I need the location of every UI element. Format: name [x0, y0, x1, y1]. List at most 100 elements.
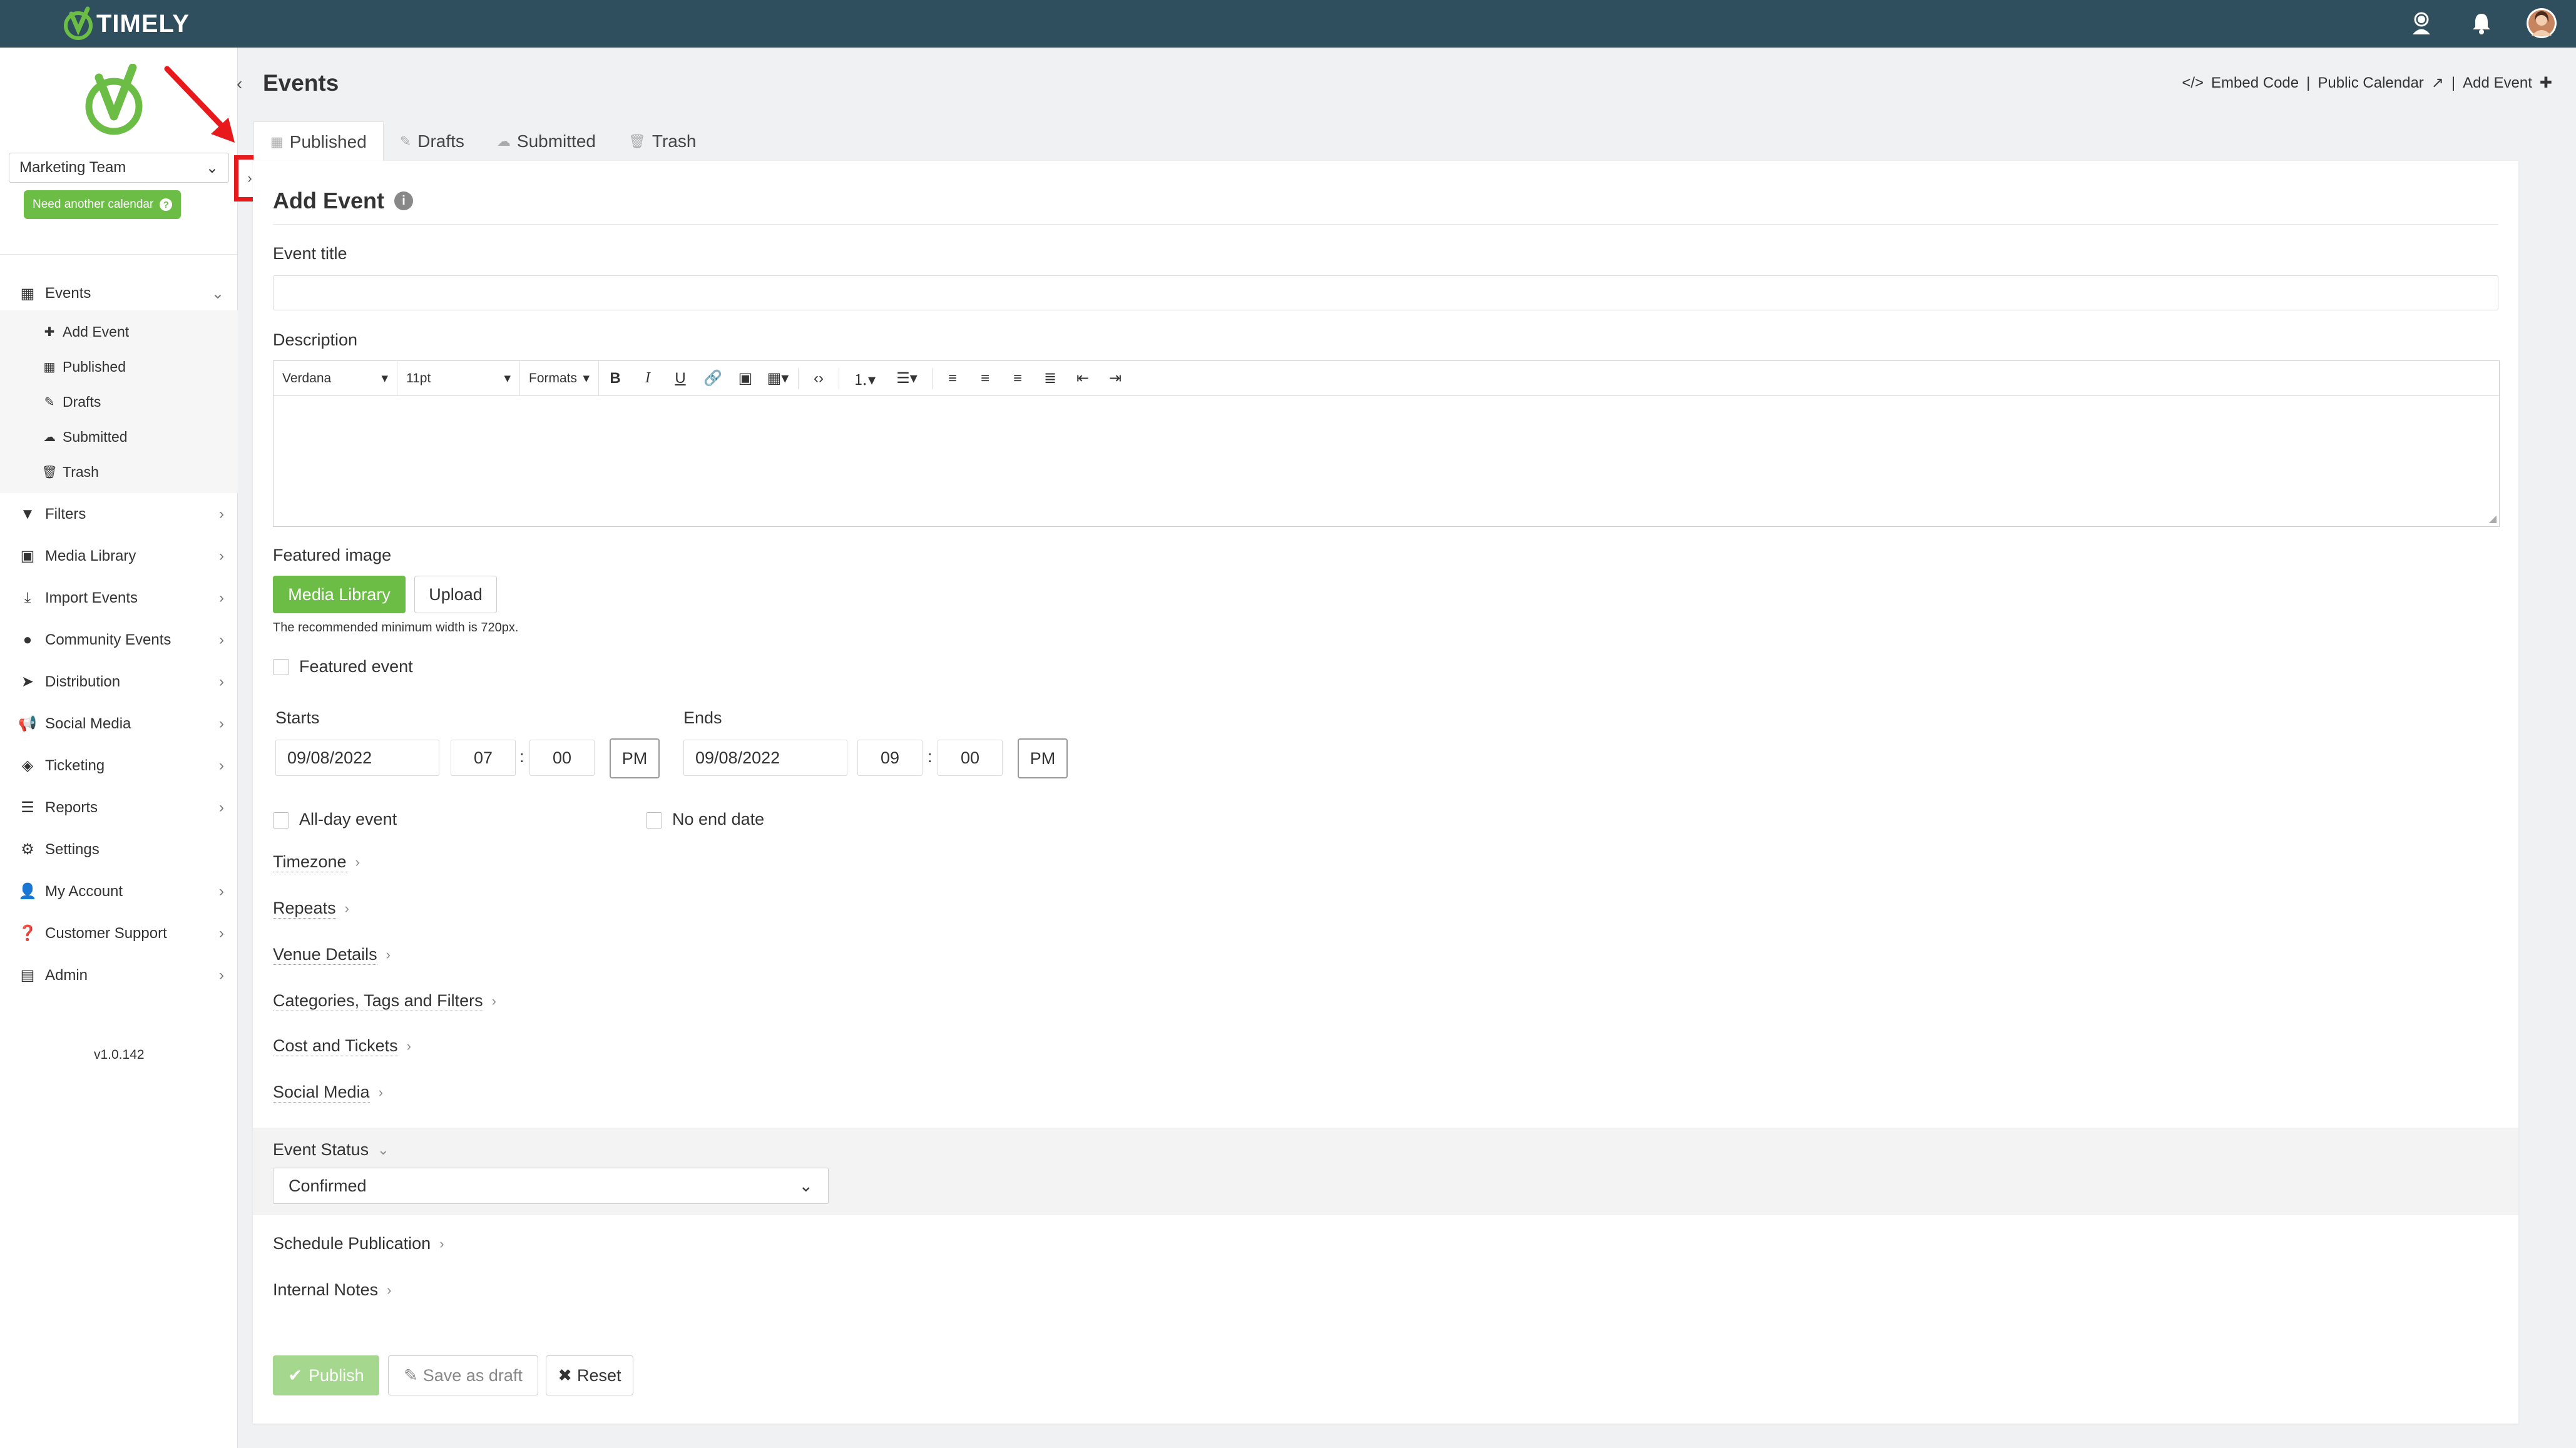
sidebar: Marketing Team ⌄ Need another calendar ?… [0, 48, 238, 1448]
featured-event-checkbox[interactable] [273, 659, 289, 675]
font-family-value: Verdana [282, 370, 332, 385]
support-agent-icon[interactable] [2406, 8, 2437, 39]
sidebar-item-admin[interactable]: ▤ Admin › [0, 954, 238, 996]
sidebar-item-reports[interactable]: ☰ Reports › [0, 787, 238, 829]
venue-details-section[interactable]: Venue Details › [273, 945, 391, 965]
sidebar-subitem-add-event[interactable]: ✚ Add Event [0, 314, 238, 349]
image-icon: ▣ [20, 548, 35, 564]
reset-button[interactable]: ✖ Reset [546, 1355, 633, 1395]
chevron-right-icon: › [378, 1084, 383, 1100]
end-minute-input[interactable]: 00 [938, 740, 1003, 776]
publish-button[interactable]: ✔ Publish [273, 1355, 379, 1395]
toolbar-separator [932, 367, 933, 389]
chevron-right-icon: › [219, 505, 224, 523]
bell-icon[interactable] [2466, 8, 2497, 39]
sidebar-item-social-media[interactable]: 📢 Social Media › [0, 703, 238, 745]
sidebar-item-filters[interactable]: ▼ Filters › [0, 493, 238, 535]
timezone-section[interactable]: Timezone › [273, 852, 360, 872]
plus-icon: ✚ [2539, 74, 2552, 91]
start-minute-input[interactable]: 00 [529, 740, 595, 776]
schedule-publication-section[interactable]: Schedule Publication › [273, 1234, 444, 1253]
featured-event-label: Featured event [299, 657, 413, 676]
resize-handle-icon[interactable]: ◢ [2489, 512, 2497, 525]
sidebar-subitem-submitted[interactable]: ☁ Submitted [0, 419, 238, 454]
align-right-icon[interactable]: ≡ [1001, 370, 1034, 387]
underline-icon[interactable]: U [664, 370, 697, 387]
no-end-date-checkbox[interactable] [646, 812, 662, 829]
sidebar-item-media-library[interactable]: ▣ Media Library › [0, 535, 238, 577]
calendar-select-value: Marketing Team [19, 159, 126, 176]
align-justify-icon[interactable]: ≣ [1034, 369, 1066, 387]
social-media-section[interactable]: Social Media › [273, 1083, 383, 1103]
event-status-select[interactable]: Confirmed ⌄ [273, 1168, 829, 1204]
edit-icon: ✎ [399, 133, 412, 149]
sidebar-subitem-trash[interactable]: 🗑 Trash [0, 454, 238, 489]
end-ampm-toggle[interactable]: PM [1018, 738, 1068, 778]
internal-notes-section[interactable]: Internal Notes › [273, 1280, 391, 1300]
sidebar-item-customer-support[interactable]: ❓ Customer Support › [0, 912, 238, 954]
media-library-button[interactable]: Media Library [273, 576, 406, 613]
need-calendar-button[interactable]: Need another calendar ? [24, 190, 181, 219]
info-icon[interactable]: i [394, 191, 414, 210]
sidebar-item-settings[interactable]: ⚙ Settings [0, 829, 238, 870]
cloud-icon: ☁ [43, 430, 56, 444]
numbered-list-icon[interactable]: ⒈▾ [843, 367, 886, 389]
plus-icon: ✚ [44, 325, 55, 339]
section-label: Cost and Tickets [273, 1036, 398, 1056]
repeats-section[interactable]: Repeats › [273, 899, 349, 919]
all-day-checkbox[interactable] [273, 812, 289, 829]
sidebar-subitem-published[interactable]: ▦ Published [0, 349, 238, 384]
download-icon: ⤓ [24, 589, 31, 606]
bold-icon[interactable]: B [599, 370, 631, 387]
link-separator: | [2451, 74, 2456, 91]
sidebar-item-import-events[interactable]: ⤓ Import Events › [0, 577, 238, 619]
align-left-icon[interactable]: ≡ [936, 370, 969, 387]
italic-icon[interactable]: I [631, 370, 664, 387]
sidebar-item-my-account[interactable]: 👤 My Account › [0, 870, 238, 912]
user-avatar[interactable] [2526, 8, 2557, 39]
question-icon: ? [160, 198, 173, 211]
event-tabs: ▦ Published ✎ Drafts ☁ Submitted 🗑 Trash [253, 121, 712, 161]
tab-label: Trash [652, 131, 697, 151]
font-family-select[interactable]: Verdana ▾ [273, 360, 397, 396]
table-icon[interactable]: ▦▾ [762, 369, 794, 387]
font-size-select[interactable]: 11pt ▾ [397, 360, 520, 396]
section-label: Schedule Publication [273, 1234, 431, 1253]
tab-drafts[interactable]: ✎ Drafts [384, 121, 481, 161]
sidebar-item-ticketing[interactable]: ◈ Ticketing › [0, 745, 238, 787]
tab-published[interactable]: ▦ Published [253, 121, 384, 161]
tab-submitted[interactable]: ☁ Submitted [481, 121, 612, 161]
start-ampm-toggle[interactable]: PM [610, 738, 660, 778]
categories-tags-filters-section[interactable]: Categories, Tags and Filters › [273, 991, 496, 1011]
sidebar-subitem-drafts[interactable]: ✎ Drafts [0, 384, 238, 419]
calendar-select[interactable]: Marketing Team ⌄ [9, 153, 229, 183]
sidebar-item-events[interactable]: ▦ Events ⌄ [0, 277, 238, 310]
image-icon[interactable]: ▣ [729, 369, 762, 387]
end-date-input[interactable]: 09/08/2022 [683, 740, 847, 776]
add-event-link[interactable]: Add Event [2463, 74, 2532, 92]
embed-code-link[interactable]: Embed Code [2211, 74, 2299, 92]
bullet-list-icon[interactable]: ☰▾ [886, 369, 928, 387]
save-draft-button[interactable]: ✎ Save as draft [388, 1355, 538, 1395]
public-calendar-link[interactable]: Public Calendar [2318, 74, 2423, 92]
start-date-input[interactable]: 09/08/2022 [275, 740, 439, 776]
event-status-section[interactable]: Event Status ⌄ [273, 1140, 389, 1160]
start-hour-input[interactable]: 07 [451, 740, 516, 776]
event-title-input[interactable] [273, 275, 2498, 310]
sidebar-item-community-events[interactable]: ● Community Events › [0, 619, 238, 661]
code-icon[interactable]: ‹› [802, 370, 835, 387]
top-bar: TIMELY [0, 0, 2576, 48]
formats-select[interactable]: Formats ▾ [520, 360, 599, 396]
indent-icon[interactable]: ⇥ [1099, 369, 1132, 387]
outdent-icon[interactable]: ⇤ [1066, 369, 1099, 387]
sidebar-item-distribution[interactable]: ➤ Distribution › [0, 661, 238, 703]
brand-logo[interactable]: TIMELY [63, 5, 190, 43]
align-center-icon[interactable]: ≡ [969, 370, 1001, 387]
tab-trash[interactable]: 🗑 Trash [612, 121, 712, 161]
sidebar-subitem-label: Drafts [63, 393, 101, 410]
cost-and-tickets-section[interactable]: Cost and Tickets › [273, 1036, 411, 1056]
upload-button[interactable]: Upload [414, 576, 497, 613]
link-icon[interactable]: 🔗 [697, 369, 729, 387]
end-hour-input[interactable]: 09 [857, 740, 923, 776]
pencil-icon: ✎ [404, 1365, 418, 1385]
